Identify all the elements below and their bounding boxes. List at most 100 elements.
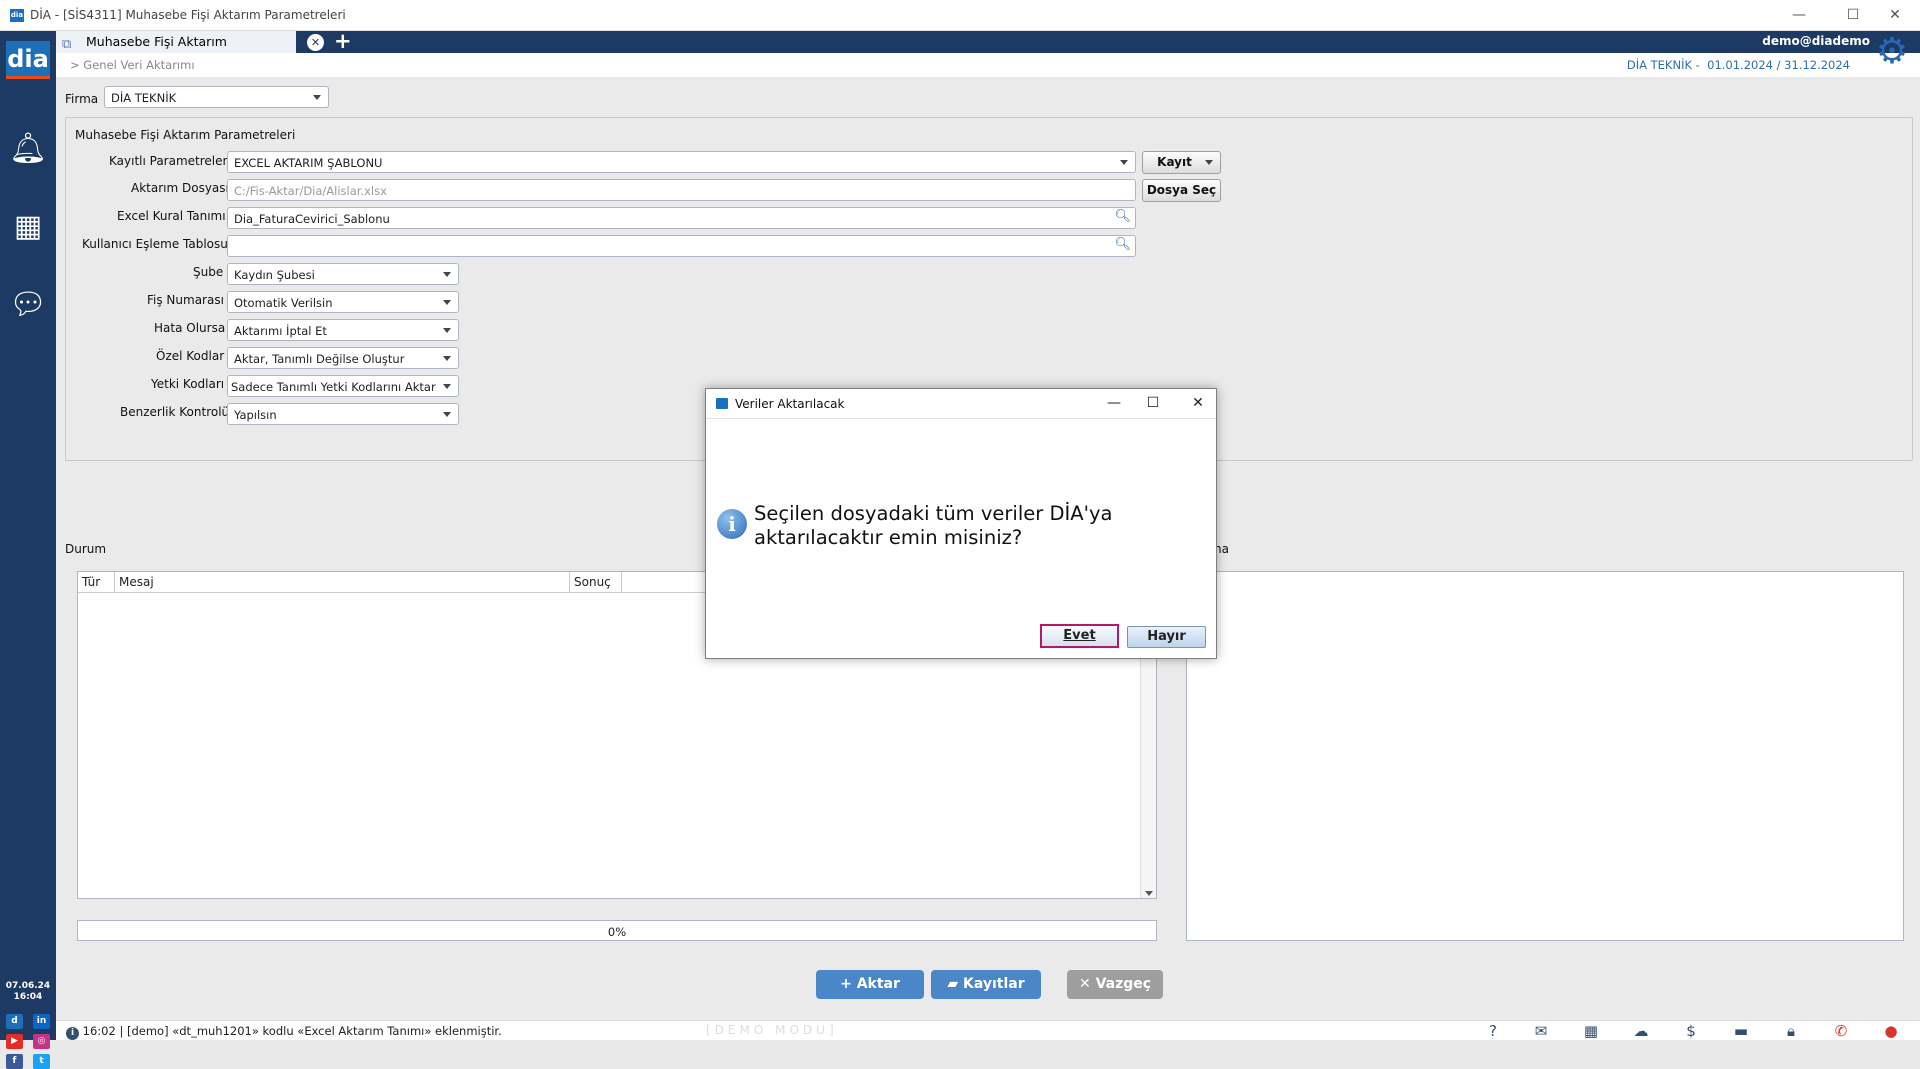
evet-button[interactable]: Evet	[1040, 624, 1119, 648]
tab-bar: ⧉ Muhasebe Fişi Aktarım Parametreleri ✕ …	[56, 29, 1920, 71]
yetki-kodlari-select[interactable]: Sadece Tanımlı Yetki Kodlarını Aktar	[227, 375, 459, 397]
window-title-bar: dia DİA - [SİS4311] Muhasebe Fişi Aktarı…	[0, 0, 1920, 31]
hata-label: Hata Olursa	[154, 321, 226, 335]
calculator-icon[interactable]: ▦	[1580, 1021, 1602, 1041]
dialog-maximize-icon[interactable]: ☐	[1138, 393, 1168, 413]
maximize-icon[interactable]: ☐	[1830, 4, 1876, 26]
breadcrumb[interactable]: > Genel Veri Aktarımı	[70, 58, 195, 72]
kayitlar-button[interactable]: ▰ Kayıtlar	[931, 970, 1041, 999]
hayir-button[interactable]: Hayır	[1127, 626, 1206, 648]
cloud-icon[interactable]: ☁	[1630, 1021, 1652, 1041]
period-info: DİA TEKNİK - 01.01.2024 / 31.12.2024	[1627, 58, 1850, 72]
benzerlik-label: Benzerlik Kontrolü	[120, 405, 230, 419]
dialog-minimize-icon[interactable]: —	[1099, 393, 1129, 413]
close-window-icon[interactable]: ✕	[1872, 4, 1918, 26]
bell-icon[interactable]: 🔔︎	[8, 129, 48, 169]
vazgec-button[interactable]: ✕ Vazgeç	[1067, 970, 1163, 999]
linkedin-icon[interactable]: in	[33, 1014, 50, 1029]
yetki-kodlari-label: Yetki Kodları	[151, 377, 225, 391]
esleme-input[interactable]: 🔍︎	[227, 235, 1136, 257]
mail-icon[interactable]: ✉	[1530, 1021, 1552, 1041]
kayitli-label: Kayıtlı Parametreler	[109, 154, 228, 168]
aktar-label: Aktar	[856, 976, 900, 992]
fisno-select[interactable]: Otomatik Verilsin	[227, 291, 459, 313]
demo-mode-label: [DEMO MODU]	[706, 1023, 838, 1037]
window-title: DİA - [SİS4311] Muhasebe Fişi Aktarım Pa…	[30, 8, 346, 22]
user-name: demo@diademo	[1762, 34, 1870, 48]
lock-icon[interactable]: 🔒︎	[1780, 1021, 1802, 1041]
message-icon[interactable]: ▬	[1730, 1021, 1752, 1041]
sube-select[interactable]: Kaydın Şubesi	[227, 263, 459, 285]
scroll-down-icon[interactable]	[1145, 891, 1153, 896]
info-icon: i	[66, 1027, 79, 1040]
sidebar: dia 🔔︎ ▦ 💬︎ 07.06.24 16:04 d in ▶ ◎ f t	[0, 31, 56, 1069]
sidebar-time: 16:04	[13, 992, 43, 1002]
firma-select[interactable]: DİA TEKNİK	[104, 86, 329, 108]
twitter-icon[interactable]: t	[33, 1054, 50, 1069]
aktarim-dosyasi-label: Aktarım Dosyası	[131, 181, 229, 195]
facebook-icon[interactable]: f	[6, 1054, 23, 1069]
sub-header: > Genel Veri Aktarımı DİA TEKNİK - 01.01…	[56, 31, 1920, 77]
help-icon[interactable]: ?	[1482, 1021, 1504, 1041]
right-panel-box	[1186, 571, 1904, 941]
currency-icon[interactable]: $	[1680, 1021, 1702, 1041]
sidebar-date: 07.06.24	[5, 981, 51, 991]
ozel-kodlar-label: Özel Kodlar	[156, 349, 225, 363]
minimize-icon[interactable]: —	[1776, 4, 1822, 26]
excel-kural-value: Dia_FaturaCevirici_Sablonu	[234, 212, 390, 226]
phone-icon[interactable]: ✆	[1830, 1021, 1852, 1041]
column-sonuc[interactable]: Sonuç	[570, 572, 622, 592]
dia-logo[interactable]: dia	[6, 41, 50, 79]
column-mesaj[interactable]: Mesaj	[115, 572, 570, 592]
close-tab-icon[interactable]: ✕	[307, 34, 324, 51]
progress-text: 0%	[607, 925, 627, 939]
confirm-dialog: Veriler Aktarılacak — ☐ ✕ i Seçilen dosy…	[705, 388, 1217, 659]
status-text: 16:02 | [demo] «dt_muh1201» kodlu «Excel…	[82, 1024, 502, 1038]
info-icon: i	[717, 509, 747, 539]
app-logo-icon: dia	[10, 9, 24, 22]
benzerlik-select[interactable]: Yapılsın	[227, 403, 459, 425]
company-name: DİA TEKNİK -	[1626, 58, 1700, 72]
dia-social-icon[interactable]: d	[6, 1014, 23, 1029]
plus-icon: +	[840, 976, 852, 992]
progress-bar: 0%	[77, 920, 1157, 941]
dialog-title: Veriler Aktarılacak	[735, 397, 845, 411]
tab-muhasebe-fisi[interactable]: ⧉ Muhasebe Fişi Aktarım Parametreleri ✕	[56, 31, 324, 71]
dosya-sec-button[interactable]: Dosya Seç	[1142, 179, 1221, 202]
excel-kural-label: Excel Kural Tanımı	[117, 209, 226, 223]
excel-kural-input[interactable]: Dia_FaturaCevirici_Sablonu 🔍︎	[227, 207, 1136, 229]
chat-icon[interactable]: 💬︎	[8, 285, 48, 325]
dialog-app-icon	[716, 398, 728, 409]
status-bar: i 16:02 | [demo] «dt_muh1201» kodlu «Exc…	[56, 1020, 1920, 1040]
instagram-icon[interactable]: ◎	[33, 1034, 50, 1049]
search-icon[interactable]: 🔍︎	[1114, 209, 1131, 224]
hata-select[interactable]: Aktarımı İptal Et	[227, 319, 459, 341]
fisno-label: Fiş Numarası	[147, 293, 224, 307]
dialog-message: Seçilen dosyadaki tüm veriler DİA'ya akt…	[754, 502, 1113, 549]
youtube-icon[interactable]: ▶	[6, 1034, 23, 1049]
calendar-icon[interactable]: ▦	[8, 207, 48, 247]
vazgec-label: Vazgeç	[1095, 976, 1152, 992]
aktarim-dosyasi-input[interactable]: C:/Fis-Aktar/Dia/Alislar.xlsx	[227, 179, 1136, 201]
search-icon[interactable]: 🔍︎	[1114, 237, 1131, 252]
sidebar-datetime: 07.06.24 16:04	[0, 981, 56, 1003]
kayitli-parametreler-select[interactable]: EXCEL AKTARIM ŞABLONU	[227, 151, 1136, 173]
aktar-button[interactable]: + Aktar	[816, 970, 924, 999]
column-tur[interactable]: Tür	[78, 572, 115, 592]
user-settings-icon[interactable]: ⚙	[1870, 31, 1914, 75]
esleme-label: Kullanıcı Eşleme Tablosu	[82, 237, 228, 251]
status-message: i 16:02 | [demo] «dt_muh1201» kodlu «Exc…	[66, 1024, 502, 1040]
dialog-title-bar: Veriler Aktarılacak — ☐ ✕	[706, 389, 1216, 419]
cancel-x-icon: ✕	[1078, 976, 1091, 992]
params-group-title: Muhasebe Fişi Aktarım Parametreleri	[75, 128, 296, 142]
dialog-close-icon[interactable]: ✕	[1183, 393, 1213, 413]
sube-label: Şube	[193, 265, 224, 279]
kayit-button[interactable]: Kayıt	[1142, 151, 1221, 174]
record-icon[interactable]: ●	[1880, 1021, 1902, 1041]
kayitlar-label: Kayıtlar	[963, 976, 1025, 992]
folder-icon: ▰	[947, 976, 959, 992]
firma-label: Firma	[65, 92, 99, 106]
new-tab-plus-icon[interactable]: +	[334, 29, 352, 53]
period-dates: 01.01.2024 / 31.12.2024	[1707, 58, 1850, 72]
ozel-kodlar-select[interactable]: Aktar, Tanımlı Değilse Oluştur	[227, 347, 459, 369]
